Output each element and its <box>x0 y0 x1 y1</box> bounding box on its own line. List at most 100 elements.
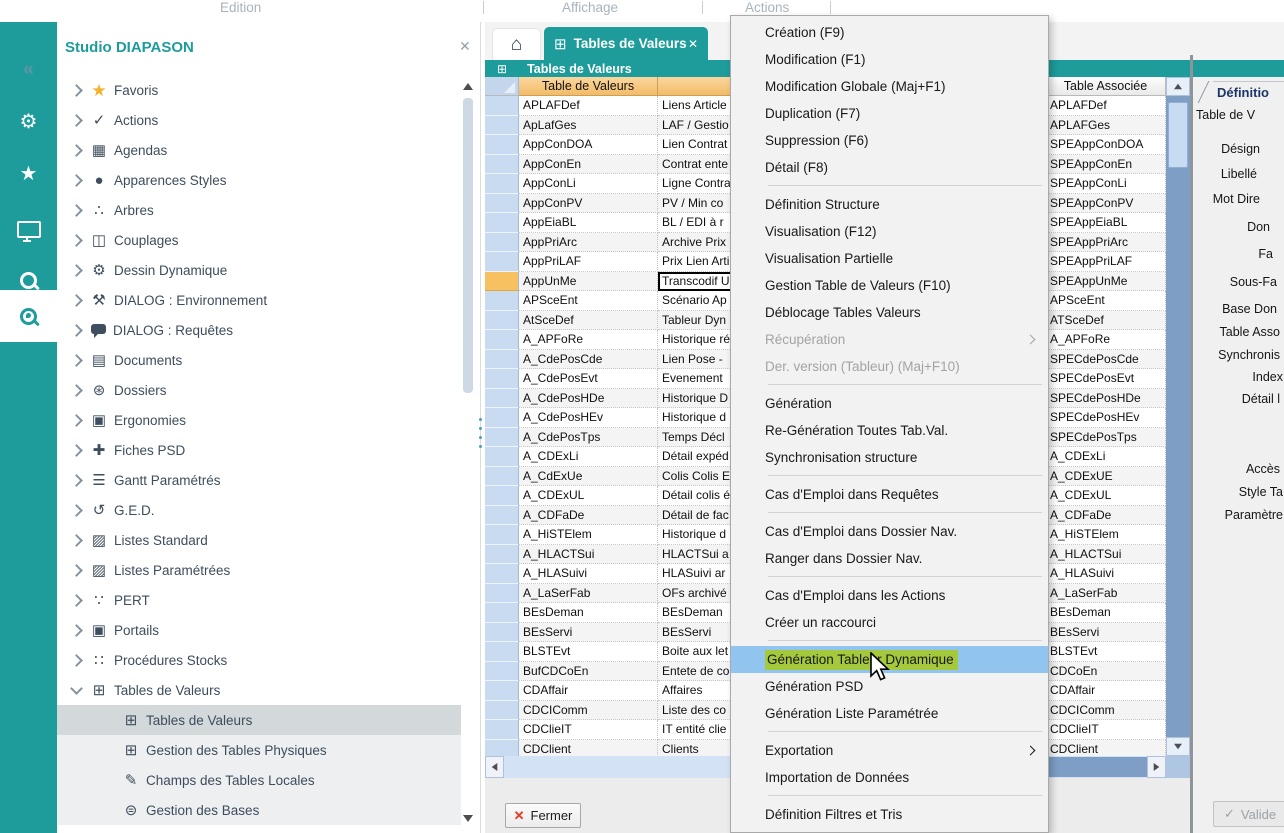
menu-item-modification-globale-maj-f1-[interactable]: Modification Globale (Maj+F1) <box>731 73 1048 100</box>
cell-table-associee[interactable]: APLAFGes <box>1046 116 1166 136</box>
cell-table-name[interactable]: ApLafGes <box>519 116 658 136</box>
row-selector[interactable] <box>485 174 519 194</box>
chevron-right-icon[interactable] <box>70 324 83 337</box>
splitter-handle[interactable] <box>479 445 482 448</box>
menu-item-cas-d-emploi-dans-dossier-nav-[interactable]: Cas d'Emploi dans Dossier Nav. <box>731 518 1048 545</box>
tree-scroll-down-icon[interactable] <box>463 815 473 822</box>
vertical-scrollbar-thumb[interactable] <box>1168 102 1188 168</box>
sidebar-item-champs-des-tables-locales[interactable]: ✎Champs des Tables Locales <box>57 765 461 795</box>
cell-table-name[interactable]: A_HLACTSui <box>519 545 658 565</box>
menubar-item-actions[interactable]: Actions <box>745 0 789 15</box>
tab-tables-de-valeurs[interactable]: ⊞ Tables de Valeurs ✕ <box>544 27 708 60</box>
chevron-right-icon[interactable] <box>70 294 83 307</box>
home-tab[interactable]: ⌂ <box>492 28 541 60</box>
rail-item-favorites[interactable]: ★ <box>0 152 57 196</box>
sidebar-item-proc-dures-stocks[interactable]: ∷Procédures Stocks <box>57 645 461 675</box>
row-selector[interactable] <box>485 350 519 370</box>
sidebar-item-ergonomies[interactable]: ▣Ergonomies <box>57 405 461 435</box>
cell-table-name[interactable]: A_CDExLi <box>519 447 658 467</box>
row-selector[interactable] <box>485 213 519 233</box>
row-selector[interactable] <box>485 233 519 253</box>
sidebar-item-listes-standard[interactable]: ▨Listes Standard <box>57 525 461 555</box>
row-selector[interactable] <box>485 408 519 428</box>
cell-table-name[interactable]: CDAffair <box>519 681 658 701</box>
sidebar-item-documents[interactable]: ▤Documents <box>57 345 461 375</box>
column-header-table-associee[interactable]: Table Associée <box>1046 77 1166 96</box>
cell-table-associee[interactable]: BEsDeman <box>1046 603 1166 623</box>
cell-table-associee[interactable]: APSceEnt <box>1046 291 1166 311</box>
definition-tab[interactable]: Définitio <box>1217 85 1269 100</box>
cell-table-associee[interactable]: A_LaSerFab <box>1046 584 1166 604</box>
scroll-down-icon[interactable] <box>1166 737 1190 756</box>
menu-item-gestion-table-de-valeurs-f10-[interactable]: Gestion Table de Valeurs (F10) <box>731 272 1048 299</box>
column-header-table-de-valeurs[interactable]: Table de Valeurs <box>519 77 658 96</box>
cell-table-name[interactable]: AppConEn <box>519 155 658 175</box>
cell-table-associee[interactable]: CDCIComm <box>1046 701 1166 721</box>
cell-table-associee[interactable]: SPEAppPriArc <box>1046 233 1166 253</box>
cell-table-name[interactable]: A_LaSerFab <box>519 584 658 604</box>
row-selector[interactable] <box>485 135 519 155</box>
chevron-right-icon[interactable] <box>70 234 83 247</box>
cell-table-name[interactable]: CDClieIT <box>519 720 658 740</box>
sidebar-item-favoris[interactable]: ★Favoris <box>57 75 461 105</box>
menubar-item-affichage[interactable]: Affichage <box>562 0 618 15</box>
cell-table-associee[interactable]: A_CDFaDe <box>1046 506 1166 526</box>
cell-table-associee[interactable]: BEsServi <box>1046 623 1166 643</box>
cell-table-name[interactable]: A_CDExUL <box>519 486 658 506</box>
vertical-scrollbar[interactable] <box>1166 77 1190 756</box>
menubar-item-edition[interactable]: Edition <box>220 0 261 15</box>
splitter-handle[interactable] <box>479 418 482 421</box>
cell-table-associee[interactable]: A_HLACTSui <box>1046 545 1166 565</box>
menu-item-duplication-f7-[interactable]: Duplication (F7) <box>731 100 1048 127</box>
cell-table-associee[interactable]: SPEAppPriLAF <box>1046 252 1166 272</box>
cell-table-associee[interactable]: A_APFoRe <box>1046 330 1166 350</box>
cell-table-associee[interactable]: CDAffair <box>1046 681 1166 701</box>
sidebar-item-gantt-param-tr-s[interactable]: ☰Gantt Paramétrés <box>57 465 461 495</box>
cell-table-associee[interactable]: SPECdePosTps <box>1046 428 1166 448</box>
menu-item-cr-er-un-raccourci[interactable]: Créer un raccourci <box>731 609 1048 636</box>
row-selector[interactable] <box>485 272 519 292</box>
row-selector[interactable] <box>485 467 519 487</box>
sidebar-item-dialog-environnement[interactable]: ⚒DIALOG : Environnement <box>57 285 461 315</box>
cell-table-name[interactable]: A_CdExUe <box>519 467 658 487</box>
cell-table-name[interactable]: AppConDOA <box>519 135 658 155</box>
chevron-right-icon[interactable] <box>70 414 83 427</box>
sidebar-item-apparences-styles[interactable]: ●Apparences Styles <box>57 165 461 195</box>
close-icon[interactable]: ✕ <box>459 38 471 55</box>
menu-item-d-tail-f8-[interactable]: Détail (F8) <box>731 154 1048 181</box>
chevron-down-icon[interactable] <box>70 682 83 695</box>
sidebar-item-gestion-des-tables-physiques[interactable]: ⊞Gestion des Tables Physiques <box>57 735 461 765</box>
scroll-left-icon[interactable] <box>485 756 504 778</box>
chevron-right-icon[interactable] <box>70 384 83 397</box>
cell-table-associee[interactable]: SPEAppConDOA <box>1046 135 1166 155</box>
fermer-button[interactable]: ✕ Fermer <box>505 803 581 828</box>
cell-table-name[interactable]: AppPriLAF <box>519 252 658 272</box>
cell-table-name[interactable]: AppUnMe <box>519 272 658 292</box>
rail-item-modules[interactable]: ⚙ <box>0 100 57 144</box>
menu-item-cr-ation-f9-[interactable]: Création (F9) <box>731 19 1048 46</box>
row-selector[interactable] <box>485 389 519 409</box>
chevron-right-icon[interactable] <box>70 174 83 187</box>
row-selector[interactable] <box>485 486 519 506</box>
row-selector[interactable] <box>485 194 519 214</box>
cell-table-associee[interactable]: CDClieIT <box>1046 720 1166 740</box>
cell-table-name[interactable]: APSceEnt <box>519 291 658 311</box>
menu-item-synchronisation-structure[interactable]: Synchronisation structure <box>731 444 1048 471</box>
cell-table-name[interactable]: BEsDeman <box>519 603 658 623</box>
menu-item-cas-d-emploi-dans-requ-tes[interactable]: Cas d'Emploi dans Requêtes <box>731 481 1048 508</box>
cell-table-name[interactable]: AppConPV <box>519 194 658 214</box>
sidebar-item-g-e-d-[interactable]: ↺G.E.D. <box>57 495 461 525</box>
cell-table-name[interactable]: AtSceDef <box>519 311 658 331</box>
chevron-right-icon[interactable] <box>70 84 83 97</box>
row-selector[interactable] <box>485 720 519 740</box>
cell-table-name[interactable]: CDClient <box>519 740 658 757</box>
row-selector[interactable] <box>485 623 519 643</box>
menu-item-visualisation-partielle[interactable]: Visualisation Partielle <box>731 245 1048 272</box>
cell-table-name[interactable]: APLAFDef <box>519 96 658 116</box>
rail-item-search-location[interactable] <box>0 290 57 342</box>
cell-table-name[interactable]: A_CdePosTps <box>519 428 658 448</box>
row-selector[interactable] <box>485 96 519 116</box>
cell-table-associee[interactable]: CDClient <box>1046 740 1166 757</box>
sidebar-item-listes-param-tr-es[interactable]: ▨Listes Paramétrées <box>57 555 461 585</box>
cell-table-name[interactable]: A_CDFaDe <box>519 506 658 526</box>
